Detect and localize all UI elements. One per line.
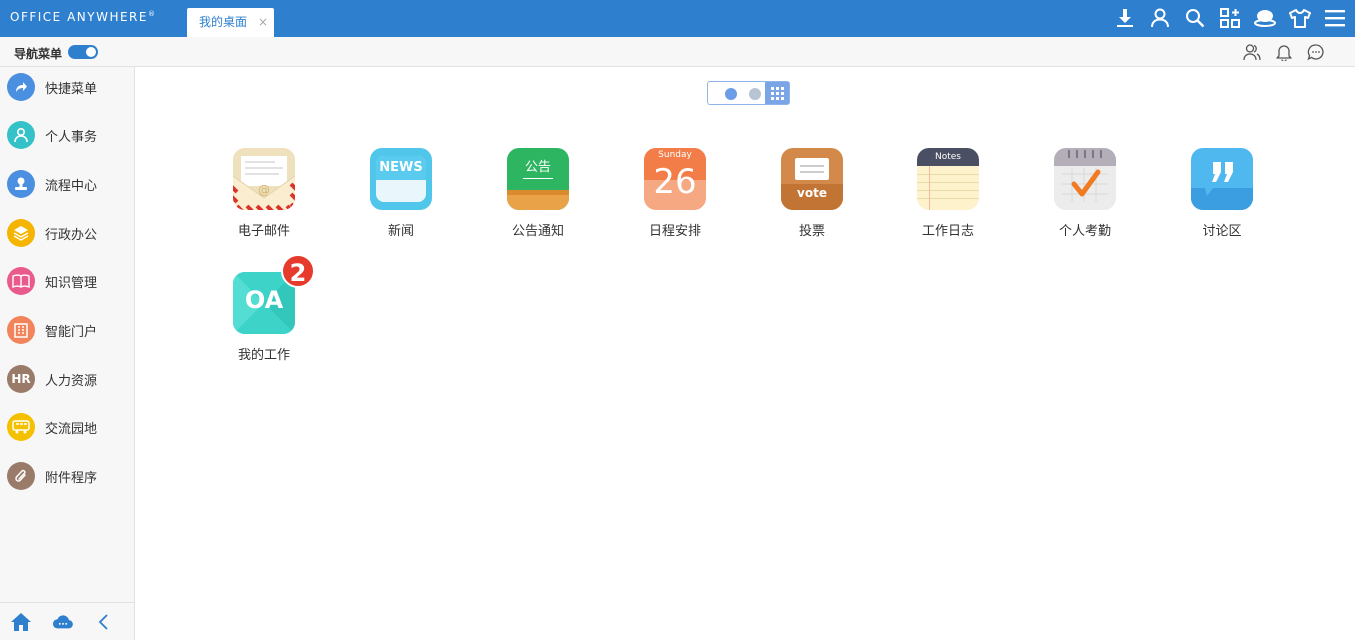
shirt-icon[interactable]: [1288, 6, 1312, 30]
sidebar-item-label: 交流园地: [45, 421, 98, 437]
app-vote[interactable]: vote 投票: [757, 148, 867, 239]
tab-label: 我的桌面: [199, 15, 248, 29]
sidebar-item-label: 行政办公: [45, 227, 98, 243]
sidebar-item-smart-portal[interactable]: 智能门户: [0, 310, 134, 350]
sidebar-item-personal-affairs[interactable]: 个人事务: [0, 115, 134, 155]
nav-menu-toggle[interactable]: [68, 45, 98, 59]
mail-icon: @: [233, 148, 295, 210]
sidebar-item-knowledge-management[interactable]: 知识管理: [0, 261, 134, 301]
tab-my-desktop[interactable]: 我的桌面 ×: [187, 8, 274, 37]
svg-text:@: @: [258, 183, 270, 197]
apps-icon[interactable]: [1218, 6, 1242, 30]
share-icon: [7, 73, 35, 101]
app-label: 个人考勤: [1058, 224, 1111, 239]
logo-registered-mark: ®: [147, 10, 157, 18]
notice-icon-text: 公告: [524, 160, 551, 175]
calendar-icon: Sunday 26: [644, 148, 706, 210]
hr-icon: HR: [7, 365, 35, 393]
app-label: 公告通知: [511, 224, 564, 239]
app-discussion[interactable]: 讨论区: [1167, 148, 1277, 239]
quote-bubble-icon: [1191, 148, 1253, 210]
page-dot[interactable]: [749, 88, 761, 100]
news-icon-text: NEWS: [376, 156, 426, 180]
sidebar-item-label: 人力资源: [45, 373, 98, 389]
book-icon: [7, 267, 35, 295]
app-calendar[interactable]: Sunday 26 日程安排: [620, 148, 730, 239]
sub-bar: 导航菜单: [0, 37, 1355, 67]
sidebar-item-community[interactable]: 交流园地: [0, 407, 134, 447]
search-icon[interactable]: [1183, 6, 1207, 30]
notes-icon: Notes: [917, 148, 979, 210]
app-email[interactable]: @ 电子邮件: [209, 148, 319, 239]
layers-icon: [7, 219, 35, 247]
sidebar-item-attachments[interactable]: 附件程序: [0, 456, 134, 496]
calendar-date: 26: [653, 162, 697, 202]
sidebar-footer: [0, 602, 134, 640]
bell-icon[interactable]: [1274, 42, 1293, 61]
sidebar-item-label: 附件程序: [45, 470, 98, 486]
app-logo: Office Anywhere®: [10, 10, 156, 24]
desktop-area: @ 电子邮件 NEWS 新闻 公告 公告通知 Sunday 26 日程安排 vo…: [135, 67, 1355, 640]
notice-board-icon: 公告: [507, 148, 569, 210]
app-notice[interactable]: 公告 公告通知: [483, 148, 593, 239]
cloud-icon[interactable]: [52, 612, 74, 632]
page-dot-active[interactable]: [725, 88, 737, 100]
app-label: 我的工作: [237, 348, 290, 363]
bus-icon: [7, 413, 35, 441]
app-news[interactable]: NEWS 新闻: [346, 148, 456, 239]
chat-icon[interactable]: [1306, 42, 1325, 61]
app-my-work[interactable]: OA 2 我的工作: [209, 254, 319, 363]
app-label: 日程安排: [648, 224, 701, 239]
vote-icon-text: vote: [797, 186, 827, 200]
user-icon[interactable]: [1148, 6, 1172, 30]
stamp-icon: [7, 170, 35, 198]
app-label: 新闻: [387, 224, 414, 239]
nav-menu-label: 导航菜单: [14, 47, 63, 61]
app-label: 投票: [798, 224, 825, 239]
news-icon: NEWS: [370, 148, 432, 210]
sidebar-item-label: 快捷菜单: [45, 81, 98, 97]
sidebar-item-label: 知识管理: [45, 275, 98, 291]
top-bar: Office Anywhere® 我的桌面 ×: [0, 0, 1355, 37]
sidebar-item-human-resources[interactable]: HR 人力资源: [0, 359, 134, 399]
sidebar: 快捷菜单 个人事务 流程中心 行政办公 知识管理 智能门户 HR 人力资源 交流…: [0, 67, 135, 640]
sidebar-item-quick-menu[interactable]: 快捷菜单: [0, 67, 134, 107]
view-switcher: [707, 81, 790, 105]
app-label: 讨论区: [1202, 224, 1242, 239]
app-label: 工作日志: [921, 224, 974, 239]
grid-view-icon[interactable]: [765, 82, 789, 104]
unread-badge: 2: [281, 254, 315, 288]
paperclip-icon: [7, 462, 35, 490]
hr-icon-text: HR: [11, 372, 31, 386]
attendance-icon: [1054, 148, 1116, 210]
app-attendance[interactable]: 个人考勤: [1030, 148, 1140, 239]
calendar-day: Sunday: [658, 150, 692, 160]
vote-box-icon: vote: [781, 148, 843, 210]
app-work-log[interactable]: Notes 工作日志: [893, 148, 1003, 239]
sidebar-item-label: 个人事务: [45, 129, 98, 145]
oa-icon: OA 2: [233, 254, 315, 334]
logo-text: Office Anywhere: [10, 10, 148, 24]
building-icon: [7, 316, 35, 344]
sidebar-item-workflow-center[interactable]: 流程中心: [0, 164, 134, 204]
person-icon: [7, 121, 35, 149]
sidebar-item-label: 智能门户: [45, 324, 98, 340]
menu-icon[interactable]: [1323, 6, 1347, 30]
download-icon[interactable]: [1113, 6, 1137, 30]
sidebar-item-label: 流程中心: [45, 178, 98, 194]
oa-icon-text: OA: [244, 286, 284, 314]
contacts-icon[interactable]: [1242, 42, 1261, 61]
app-label: 电子邮件: [237, 224, 290, 239]
skin-icon[interactable]: [1253, 6, 1277, 30]
notes-icon-text: Notes: [917, 148, 979, 166]
sidebar-item-administration[interactable]: 行政办公: [0, 213, 134, 253]
home-icon[interactable]: [10, 612, 32, 632]
collapse-icon[interactable]: [92, 612, 114, 632]
tab-close-icon[interactable]: ×: [258, 8, 268, 37]
